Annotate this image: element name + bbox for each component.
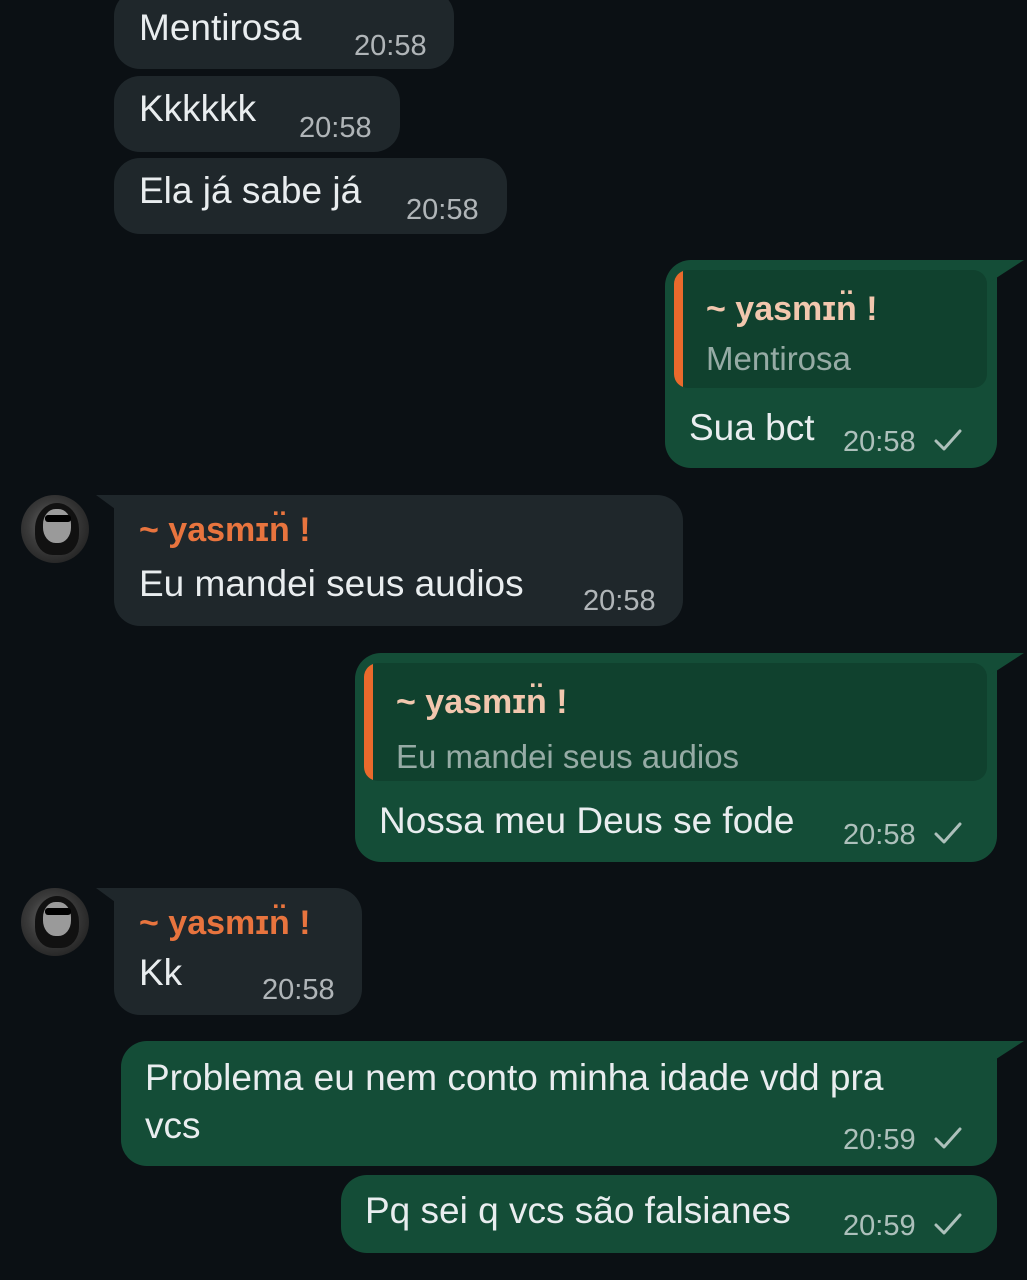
single-check-icon — [934, 1213, 962, 1235]
quoted-text: Mentirosa — [706, 340, 851, 377]
outgoing-message[interactable]: ~ yasmɪn̈ ! Eu mandei seus audios Nossa … — [355, 653, 997, 862]
single-check-icon — [934, 822, 962, 844]
message-time: 20:58 — [406, 194, 479, 226]
message-text: Sua bct — [689, 407, 815, 448]
bubble-tail — [990, 260, 1024, 282]
quoted-sender-name: ~ yasmɪn̈ ! — [706, 290, 878, 328]
message-time: 20:58 — [843, 426, 916, 458]
message-time: 20:58 — [583, 585, 656, 617]
message-text: Mentirosa — [139, 7, 302, 48]
message-time: 20:58 — [262, 974, 335, 1006]
incoming-message[interactable]: Kkkkkk 20:58 — [114, 76, 400, 152]
message-text: Ela já sabe já — [139, 170, 362, 211]
single-check-icon — [934, 1127, 962, 1149]
quoted-text: Eu mandei seus audios — [396, 738, 740, 775]
contact-avatar[interactable] — [21, 495, 89, 563]
message-time: 20:58 — [843, 819, 916, 851]
quoted-message[interactable]: ~ yasmɪn̈ ! Eu mandei seus audios — [364, 663, 987, 781]
message-time: 20:58 — [299, 112, 372, 144]
quoted-sender-name: ~ yasmɪn̈ ! — [396, 683, 568, 721]
outgoing-message[interactable]: Pq sei q vcs são falsianes 20:59 — [341, 1175, 997, 1253]
message-time: 20:59 — [843, 1124, 916, 1156]
quote-accent-bar — [364, 663, 373, 781]
chat-conversation[interactable]: Mentirosa 20:58 Kkkkkk 20:58 Ela já sabe… — [0, 0, 1027, 1280]
outgoing-message[interactable]: ~ yasmɪn̈ ! Mentirosa Sua bct 20:58 — [665, 260, 997, 468]
bubble-tail — [990, 1041, 1024, 1063]
message-text-line-2: vcs — [145, 1105, 201, 1146]
quote-accent-bar — [674, 270, 683, 388]
single-check-icon — [934, 429, 962, 451]
message-text: Kk — [139, 952, 183, 993]
contact-avatar[interactable] — [21, 888, 89, 956]
incoming-message[interactable]: ~ yasmɪn̈ ! Kk 20:58 — [114, 888, 362, 1015]
incoming-message[interactable]: Mentirosa 20:58 — [114, 0, 454, 69]
sender-name: ~ yasmɪn̈ ! — [139, 904, 311, 942]
incoming-message[interactable]: ~ yasmɪn̈ ! Eu mandei seus audios 20:58 — [114, 495, 683, 626]
avatar-glasses — [45, 908, 71, 915]
message-text: Nossa meu Deus se fode — [379, 800, 795, 841]
message-text: Pq sei q vcs são falsianes — [365, 1190, 791, 1231]
message-text: Eu mandei seus audios — [139, 563, 524, 604]
message-time: 20:58 — [354, 30, 427, 62]
outgoing-message[interactable]: Problema eu nem conto minha idade vdd pr… — [121, 1041, 997, 1166]
avatar-glasses — [45, 515, 71, 522]
bubble-tail — [990, 653, 1024, 675]
sender-name: ~ yasmɪn̈ ! — [139, 511, 311, 549]
message-text: Kkkkkk — [139, 88, 257, 129]
incoming-message[interactable]: Ela já sabe já 20:58 — [114, 158, 507, 234]
message-time: 20:59 — [843, 1210, 916, 1242]
message-text-line-1: Problema eu nem conto minha idade vdd pr… — [145, 1057, 884, 1098]
quoted-message[interactable]: ~ yasmɪn̈ ! Mentirosa — [674, 270, 987, 388]
